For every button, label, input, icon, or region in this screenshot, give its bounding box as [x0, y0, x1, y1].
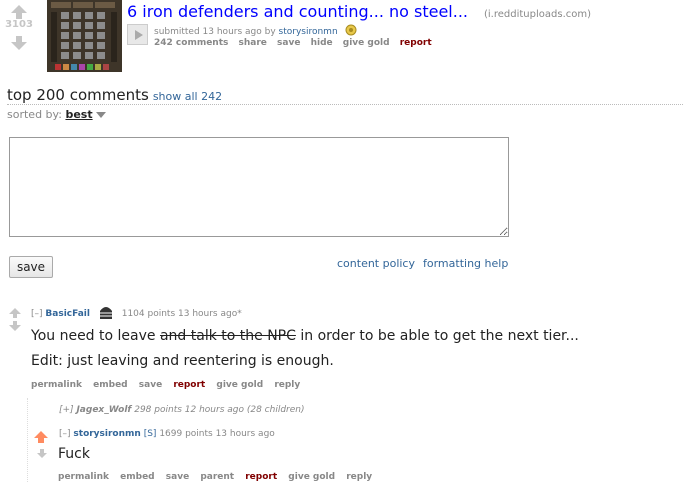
collapse-toggle[interactable]: [–]: [31, 309, 43, 319]
strikethrough-text: and talk to the NPC: [159, 328, 296, 344]
comments-title: top 200 comments: [7, 86, 149, 104]
sort-menu: sorted by: best: [7, 108, 107, 122]
reply-link[interactable]: reply: [274, 380, 300, 390]
give-gold-button[interactable]: give gold: [343, 38, 390, 48]
comment-2-tagline: [+] Jagex_Wolf 298 points 12 hours ago (…: [59, 405, 305, 415]
content-policy-link[interactable]: content policy: [337, 257, 415, 270]
comment-author-link[interactable]: storysironmn: [73, 429, 140, 439]
show-all-link[interactable]: show all 242: [153, 90, 222, 103]
report-link[interactable]: report: [173, 380, 205, 390]
permalink-link[interactable]: permalink: [58, 472, 109, 482]
parent-link[interactable]: parent: [200, 472, 234, 482]
body-text: You need to leave: [31, 328, 156, 344]
comment-1-downvote-arrow[interactable]: [9, 316, 21, 335]
formatting-help-link[interactable]: formatting help: [423, 257, 508, 270]
expando-button[interactable]: [127, 24, 148, 45]
reply-link[interactable]: reply: [346, 472, 372, 482]
hide-button[interactable]: hide: [311, 38, 333, 48]
inventory-thumbnail-image: [47, 0, 122, 72]
comment-3-downvote-arrow[interactable]: [37, 443, 47, 462]
post-title-link[interactable]: 6 iron defenders and counting... no stee…: [127, 2, 468, 21]
comments-link[interactable]: 242 comments: [154, 38, 228, 48]
collapse-toggle[interactable]: [–]: [59, 429, 71, 439]
comment-3-body: Fuck: [58, 446, 90, 462]
body-text: in order to be able to get the next tier…: [300, 328, 579, 344]
comment-1-body-line1: You need to leave and talk to the NPC in…: [31, 328, 579, 344]
sort-dropdown[interactable]: best: [65, 108, 92, 121]
header-divider: [7, 104, 683, 105]
sorted-label: sorted by:: [7, 108, 62, 121]
comment-3-tagline: [–] storysironmn [S] 1699 points 13 hour…: [59, 429, 275, 439]
post-downvote-arrow[interactable]: [11, 35, 27, 54]
save-post-button[interactable]: save: [277, 38, 300, 48]
expand-toggle[interactable]: [+]: [59, 405, 74, 415]
comments-header: top 200 comments show all 242: [7, 86, 222, 104]
give-gold-link[interactable]: give gold: [216, 380, 263, 390]
submitter-tag[interactable]: [S]: [144, 429, 157, 439]
comment-author-link[interactable]: Jagex_Wolf: [76, 405, 131, 415]
comment-author-link[interactable]: BasicFail: [45, 309, 90, 319]
post-author-link[interactable]: storysironmn: [279, 27, 338, 37]
permalink-link[interactable]: permalink: [31, 380, 82, 390]
report-button[interactable]: report: [400, 38, 432, 48]
play-icon: [135, 30, 143, 40]
comment-3-buttons: permalink embed save parent report give …: [58, 472, 380, 482]
save-link[interactable]: save: [139, 380, 162, 390]
comment-1-buttons: permalink embed save report give gold re…: [31, 380, 308, 390]
comment-meta: 298 points 12 hours ago (28 children): [134, 405, 305, 415]
post-buttons: 242 comments share save hide give gold r…: [154, 38, 439, 48]
comment-1-tagline: [–] BasicFail 1104 points 13 hours ago*: [31, 303, 242, 324]
save-link[interactable]: save: [166, 472, 189, 482]
gold-trophy-icon: [345, 24, 357, 39]
comment-meta: 1104 points 13 hours ago*: [121, 309, 242, 319]
comment-meta: 1699 points 13 hours ago: [159, 429, 275, 439]
comment-1-body-line2: Edit: just leaving and reentering is eno…: [31, 353, 334, 369]
give-gold-link[interactable]: give gold: [288, 472, 335, 482]
post-tagline: submitted 13 hours ago by storysironmn: [154, 24, 357, 39]
post-domain[interactable]: (i.reddituploads.com): [484, 9, 591, 20]
embed-link[interactable]: embed: [93, 380, 127, 390]
chevron-down-icon[interactable]: [96, 109, 107, 122]
report-link[interactable]: report: [245, 472, 277, 482]
post-thumbnail[interactable]: [47, 0, 122, 72]
child-thread-line: [27, 398, 28, 482]
comment-textarea[interactable]: [9, 137, 509, 237]
post-score: 3103: [5, 19, 33, 30]
share-button[interactable]: share: [239, 38, 267, 48]
tagline-prefix: submitted 13 hours ago by: [154, 27, 276, 37]
helmet-flair-icon: [97, 303, 115, 324]
embed-link[interactable]: embed: [120, 472, 154, 482]
save-comment-button[interactable]: save: [9, 256, 53, 278]
